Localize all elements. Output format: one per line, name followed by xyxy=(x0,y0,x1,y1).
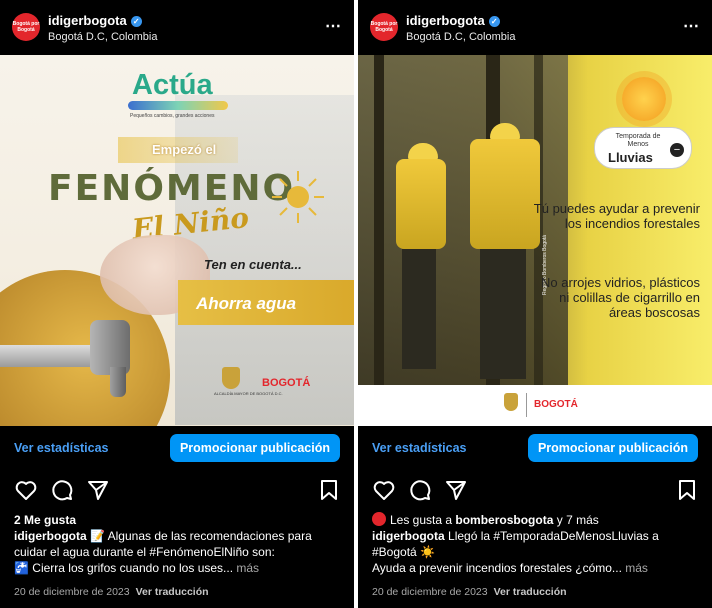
bookmark-icon[interactable] xyxy=(318,478,340,502)
caption-line: cuidar el agua durante el #FenómenoElNiñ… xyxy=(14,545,275,559)
more-link[interactable]: más xyxy=(236,561,259,575)
caption-text: Llegó la #TemporadaDeMenosLluvias a xyxy=(448,529,659,543)
action-bar xyxy=(358,478,712,506)
post-card: Bogotá por Bogotá idigerbogota ✓ Bogotá D… xyxy=(0,0,354,608)
location[interactable]: Bogotá D.C, Colombia xyxy=(48,31,157,43)
caption-line: Ayuda a prevenir incendios forestales ¿c… xyxy=(372,560,704,576)
caption-text: 🚰 Cierra los grifos cuando no los uses..… xyxy=(14,561,234,575)
more-link[interactable]: más xyxy=(625,561,648,575)
poster-advice: No arrojes vidrios, plásticos ni colilla… xyxy=(541,275,700,320)
actua-title: Actúa xyxy=(132,69,213,101)
alcaldia-text: ALCALDÍA MAYOR DE BOGOTÁ D.C. xyxy=(214,391,283,396)
comment-icon[interactable] xyxy=(408,478,432,502)
more-options-icon[interactable]: ⋯ xyxy=(683,16,700,36)
avatar[interactable]: Bogotá por Bogotá xyxy=(370,13,398,41)
promote-post-button[interactable]: Promocionar publicación xyxy=(169,434,340,462)
share-icon[interactable] xyxy=(444,478,468,502)
verified-icon: ✓ xyxy=(130,16,142,27)
heart-icon[interactable] xyxy=(372,478,396,502)
lluvias-label: Lluvias xyxy=(608,150,653,165)
avatar[interactable]: Bogotá por Bogotá xyxy=(12,13,40,41)
post-date-row: 20 de diciembre de 2023 Ver traducción xyxy=(14,586,209,598)
faucet-spout xyxy=(110,367,126,397)
post-header: Bogotá por Bogotá idigerbogota ✓ Bogotá D… xyxy=(0,0,354,55)
post-date-row: 20 de diciembre de 2023 Ver traducción xyxy=(372,586,567,598)
username-row: idigerbogota ✓ xyxy=(48,13,142,28)
heart-icon[interactable] xyxy=(14,478,38,502)
stats-bar: Ver estadísticas Promocionar publicación xyxy=(358,426,712,471)
faucet-pipe xyxy=(0,345,100,367)
post-image[interactable]: Actúa Pequeños cambios, grandes acciones… xyxy=(0,55,354,426)
firefighter xyxy=(396,159,446,249)
divider xyxy=(526,393,527,417)
caption-username[interactable]: idigerbogota xyxy=(14,529,87,543)
firefighter-legs xyxy=(402,249,436,369)
post-image[interactable]: Registro Bomberos Bogotá Temporada de Me… xyxy=(358,55,712,426)
promote-post-button[interactable]: Promocionar publicación xyxy=(527,434,698,462)
comment-icon[interactable] xyxy=(50,478,74,502)
temporada-label: Temporada de Menos xyxy=(615,133,661,148)
likes-count[interactable]: 2 Me gusta xyxy=(14,512,346,528)
username[interactable]: idigerbogota xyxy=(48,13,127,28)
bookmark-icon[interactable] xyxy=(676,478,698,502)
empezo-text: Empezó el xyxy=(152,142,217,157)
action-bar xyxy=(0,478,354,506)
fenomeno-title: FENÓMENO xyxy=(48,168,296,209)
likes-prefix: Les gusta a xyxy=(390,513,453,527)
bogota-logo: BOGOTÁ xyxy=(262,377,311,389)
liker-username[interactable]: bomberosbogota xyxy=(455,513,553,527)
more-options-icon[interactable]: ⋯ xyxy=(325,16,342,36)
view-stats-link[interactable]: Ver estadísticas xyxy=(14,441,109,455)
ten-en-cuenta: Ten en cuenta... xyxy=(204,257,302,272)
share-icon[interactable] xyxy=(86,478,110,502)
translate-link[interactable]: Ver traducción xyxy=(494,586,567,598)
caption-line: 🚰 Cierra los grifos cuando no los uses..… xyxy=(14,560,346,576)
sun-icon xyxy=(622,77,666,121)
actua-subtitle: Pequeños cambios, grandes acciones xyxy=(130,113,215,119)
post-date: 20 de diciembre de 2023 xyxy=(372,586,488,598)
post-card: Bogotá por Bogotá idigerbogota ✓ Bogotá D… xyxy=(358,0,712,608)
username[interactable]: idigerbogota xyxy=(406,13,485,28)
likes-row: Les gusta a bomberosbogota y 7 más xyxy=(372,512,704,528)
sun-icon xyxy=(272,171,324,223)
caption-line: idigerbogota 📝 Algunas de las recomendac… xyxy=(14,528,346,544)
location[interactable]: Bogotá D.C, Colombia xyxy=(406,31,515,43)
likes-suffix[interactable]: y 7 más xyxy=(557,513,599,527)
actua-gauge xyxy=(128,101,228,110)
liker-avatar[interactable] xyxy=(372,512,386,526)
poster-message: Tú puedes ayudar a prevenir los incendio… xyxy=(533,201,700,231)
post-date: 20 de diciembre de 2023 xyxy=(14,586,130,598)
firefighter-legs xyxy=(480,249,526,379)
bogota-shield-icon xyxy=(222,367,240,389)
stats-bar: Ver estadísticas Promocionar publicación xyxy=(0,426,354,471)
tree-trunk xyxy=(374,55,384,385)
caption-area: Les gusta a bomberosbogota y 7 más idige… xyxy=(372,512,704,576)
bogota-logo: BOGOTÁ xyxy=(534,399,578,410)
minus-icon: − xyxy=(670,143,684,157)
caption-area: 2 Me gusta idigerbogota 📝 Algunas de las… xyxy=(14,512,346,576)
caption-line: idigerbogota Llegó la #TemporadaDeMenosL… xyxy=(372,528,704,544)
caption-username[interactable]: idigerbogota xyxy=(372,529,445,543)
bogota-shield-icon xyxy=(504,393,518,411)
ahorra-agua-text: Ahorra agua xyxy=(196,294,297,313)
caption-text: Ayuda a prevenir incendios forestales ¿c… xyxy=(372,561,622,575)
username-row: idigerbogota ✓ xyxy=(406,13,500,28)
caption-text: 📝 Algunas de las recomendaciones para xyxy=(90,529,312,543)
post-header: Bogotá por Bogotá idigerbogota ✓ Bogotá D… xyxy=(358,0,712,55)
caption-line: #Bogotá ☀️ xyxy=(372,545,435,559)
verified-icon: ✓ xyxy=(488,16,500,27)
firefighter xyxy=(470,139,540,249)
translate-link[interactable]: Ver traducción xyxy=(136,586,209,598)
view-stats-link[interactable]: Ver estadísticas xyxy=(372,441,467,455)
